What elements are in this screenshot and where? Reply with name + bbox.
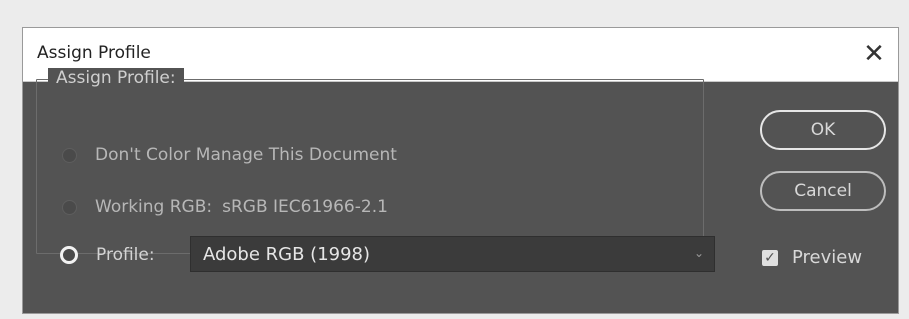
- group-title: Assign Profile:: [48, 68, 184, 88]
- preview-label: Preview: [792, 247, 863, 268]
- close-icon[interactable]: ✕: [858, 38, 890, 70]
- chevron-down-icon: ⌄: [693, 246, 704, 260]
- option-dont-color-manage[interactable]: Don't Color Manage This Document: [62, 145, 397, 165]
- option-working-rgb[interactable]: Working RGB: sRGB IEC61966-2.1: [62, 197, 388, 217]
- radio-working-rgb[interactable]: [62, 199, 77, 215]
- ok-button[interactable]: OK: [760, 110, 886, 150]
- option-profile-label: Profile:: [96, 245, 155, 265]
- dialog-title: Assign Profile: [37, 43, 151, 63]
- preview-checkbox[interactable]: ✓: [762, 249, 778, 266]
- profile-select[interactable]: Adobe RGB (1998) ⌄: [190, 236, 715, 272]
- radio-dont-color-manage[interactable]: [62, 147, 77, 163]
- option-working-rgb-value: sRGB IEC61966-2.1: [222, 197, 388, 217]
- option-profile[interactable]: Profile:: [60, 245, 155, 265]
- profile-select-value: Adobe RGB (1998): [203, 243, 371, 265]
- cancel-button[interactable]: Cancel: [760, 171, 886, 211]
- assign-profile-group: [36, 79, 704, 254]
- radio-profile-selected[interactable]: [60, 246, 78, 264]
- preview-checkbox-row[interactable]: ✓ Preview: [762, 247, 862, 268]
- option-working-rgb-label: Working RGB:: [95, 197, 213, 217]
- option-dont-color-manage-label: Don't Color Manage This Document: [95, 145, 397, 165]
